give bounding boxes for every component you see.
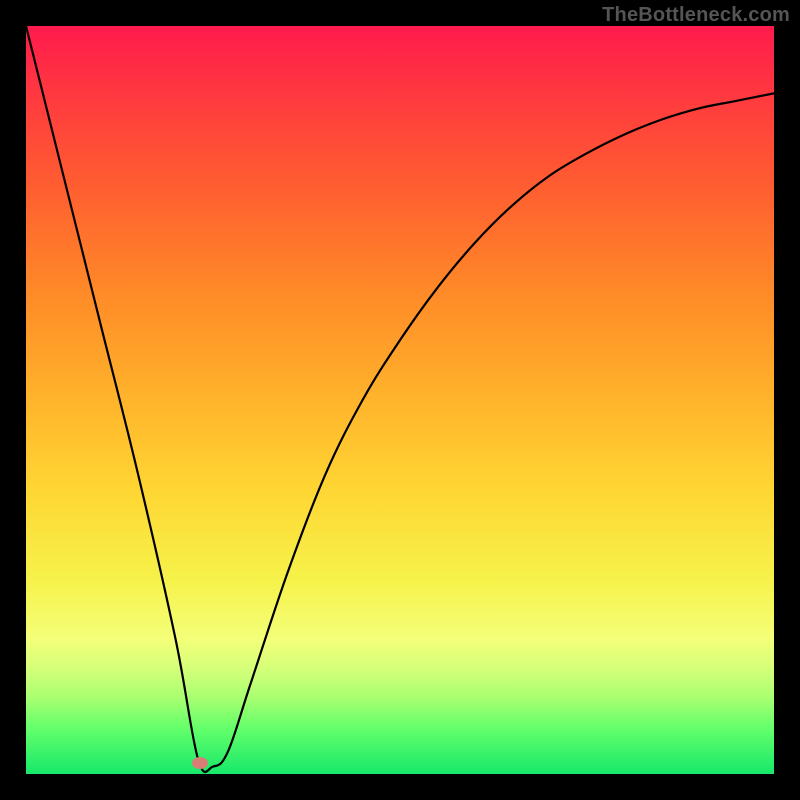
minimum-marker xyxy=(192,757,208,769)
watermark-text: TheBottleneck.com xyxy=(602,4,790,27)
bottleneck-curve xyxy=(26,26,774,774)
plot-area xyxy=(26,26,774,774)
chart-frame: TheBottleneck.com xyxy=(0,0,800,800)
